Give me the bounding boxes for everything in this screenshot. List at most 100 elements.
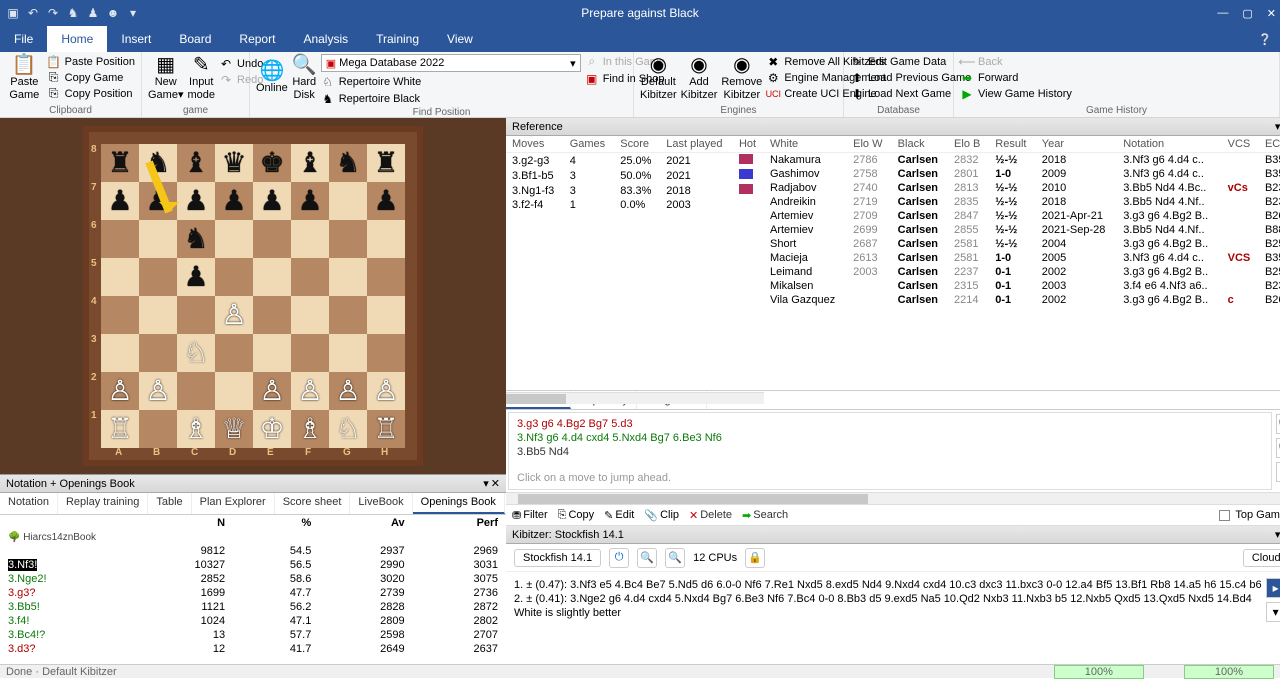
paste-game-button[interactable]: 📋Paste Game bbox=[6, 54, 43, 102]
square-g4[interactable] bbox=[329, 296, 367, 334]
top-games-checkbox[interactable]: Top Games bbox=[1219, 509, 1280, 521]
square-h4[interactable] bbox=[367, 296, 405, 334]
square-a2[interactable]: ♙ bbox=[101, 372, 139, 410]
copy-position-button[interactable]: ⎘Copy Position bbox=[47, 86, 135, 101]
menu-board[interactable]: Board bbox=[165, 26, 225, 52]
new-game-button[interactable]: ▦New Game▾ bbox=[148, 54, 184, 102]
close-button[interactable]: ✕ bbox=[1267, 7, 1276, 20]
board-pane[interactable]: ♜♞♝♛♚♝♞♜♟♟♟♟♟♟♟♞♟♙♘♙♙♙♙♙♙♖♗♕♔♗♘♖ 8765432… bbox=[0, 118, 506, 474]
menu-insert[interactable]: Insert bbox=[107, 26, 165, 52]
lock-icon[interactable]: 🔒 bbox=[745, 548, 765, 568]
pane-dropdown-icon[interactable]: ▾ bbox=[483, 477, 489, 490]
square-h7[interactable]: ♟ bbox=[367, 182, 405, 220]
square-d3[interactable] bbox=[215, 334, 253, 372]
zoom-in-icon[interactable]: 🔍 bbox=[637, 548, 657, 568]
knight-icon[interactable]: ♞ bbox=[66, 6, 80, 20]
square-c4[interactable] bbox=[177, 296, 215, 334]
clip-button[interactable]: 📎Clip bbox=[644, 509, 679, 522]
square-b6[interactable] bbox=[139, 220, 177, 258]
ref-game-row[interactable]: Andreikin2719Carlsen2835½-½20183.Bb5 Nd4… bbox=[764, 195, 1280, 209]
pane-dropdown-icon[interactable]: ▾ bbox=[1275, 120, 1280, 133]
pane-dropdown-icon[interactable]: ▾ bbox=[1275, 528, 1280, 541]
square-g1[interactable]: ♘ bbox=[329, 410, 367, 448]
menu-training[interactable]: Training bbox=[362, 26, 433, 52]
square-a8[interactable]: ♜ bbox=[101, 144, 139, 182]
menu-view[interactable]: View bbox=[433, 26, 487, 52]
variation-line[interactable]: 3.g3 g6 4.Bg2 Bg7 5.d3 bbox=[517, 417, 1263, 431]
head-icon[interactable]: ☻ bbox=[106, 6, 120, 20]
variation-line[interactable]: 3.Nf3 g6 4.d4 cxd4 5.Nxd4 Bg7 6.Be3 Nf6 bbox=[517, 431, 1263, 445]
back-button[interactable]: ⟵Back bbox=[960, 54, 1072, 69]
default-kibitzer-button[interactable]: ◉Default Kibitzer bbox=[640, 54, 677, 102]
menu-home[interactable]: Home bbox=[47, 26, 107, 52]
square-h1[interactable]: ♖ bbox=[367, 410, 405, 448]
square-b4[interactable] bbox=[139, 296, 177, 334]
square-h3[interactable] bbox=[367, 334, 405, 372]
square-d2[interactable] bbox=[215, 372, 253, 410]
zoom-in-icon[interactable]: 🔍 bbox=[1276, 414, 1280, 434]
square-c8[interactable]: ♝ bbox=[177, 144, 215, 182]
maximize-button[interactable]: ▢ bbox=[1242, 7, 1252, 20]
opening-row[interactable]: 981254.529372969 bbox=[0, 544, 506, 558]
square-f3[interactable] bbox=[291, 334, 329, 372]
edit-button[interactable]: ✎Edit bbox=[604, 509, 634, 522]
minimize-button[interactable]: — bbox=[1217, 7, 1228, 19]
square-a4[interactable] bbox=[101, 296, 139, 334]
redo-icon[interactable]: ↷ bbox=[46, 6, 60, 20]
square-d8[interactable]: ♛ bbox=[215, 144, 253, 182]
ref-game-row[interactable]: Artemiev2709Carlsen2847½-½2021-Apr-213.g… bbox=[764, 209, 1280, 223]
square-d6[interactable] bbox=[215, 220, 253, 258]
add-line-icon[interactable]: ▸ bbox=[1266, 578, 1280, 598]
square-c6[interactable]: ♞ bbox=[177, 220, 215, 258]
ref-game-row[interactable]: Leimand2003Carlsen22370-120023.g3 g6 4.B… bbox=[764, 265, 1280, 279]
copy-button[interactable]: ⎘Copy bbox=[558, 509, 595, 522]
square-e8[interactable]: ♚ bbox=[253, 144, 291, 182]
ref-game-row[interactable]: Short2687Carlsen2581½-½20043.g3 g6 4.Bg2… bbox=[764, 237, 1280, 251]
collapse-icon[interactable]: ▾ bbox=[1266, 602, 1280, 622]
square-e7[interactable]: ♟ bbox=[253, 182, 291, 220]
opening-row[interactable]: 3.Bc4!?1357.725982707 bbox=[0, 628, 506, 642]
ref-move-row[interactable]: 3.Bf1-b5350.0%2021 bbox=[506, 168, 764, 183]
online-button[interactable]: 🌐Online bbox=[256, 54, 288, 102]
variation-list[interactable]: 3.g3 g6 4.Bg2 Bg7 5.d33.Nf3 g6 4.d4 cxd4… bbox=[508, 412, 1272, 490]
menu-analysis[interactable]: Analysis bbox=[289, 26, 362, 52]
copy-game-button[interactable]: ⎘Copy Game bbox=[47, 70, 135, 85]
square-b8[interactable]: ♞ bbox=[139, 144, 177, 182]
square-f8[interactable]: ♝ bbox=[291, 144, 329, 182]
opening-row[interactable]: 3.Bb5!112156.228282872 bbox=[0, 600, 506, 614]
cloud-button[interactable]: Cloud bbox=[1243, 549, 1280, 567]
square-c5[interactable]: ♟ bbox=[177, 258, 215, 296]
square-a6[interactable] bbox=[101, 220, 139, 258]
square-f1[interactable]: ♗ bbox=[291, 410, 329, 448]
ref-game-row[interactable]: Artemiev2699Carlsen2855½-½2021-Sep-283.B… bbox=[764, 223, 1280, 237]
ref-game-row[interactable]: Macieja2613Carlsen25811-020053.Nf3 g6 4.… bbox=[764, 251, 1280, 265]
ref-game-row[interactable]: Vila GazquezCarlsen22140-120023.g3 g6 4.… bbox=[764, 293, 1280, 307]
square-e4[interactable] bbox=[253, 296, 291, 334]
zoom-out-icon[interactable]: 🔍 bbox=[665, 548, 685, 568]
square-g8[interactable]: ♞ bbox=[329, 144, 367, 182]
tab-notation[interactable]: Notation bbox=[0, 493, 58, 514]
more-icon[interactable]: ⋯ bbox=[1276, 462, 1280, 482]
undo-icon[interactable]: ↶ bbox=[26, 6, 40, 20]
square-b7[interactable]: ♟ bbox=[139, 182, 177, 220]
square-e6[interactable] bbox=[253, 220, 291, 258]
tab-replay-training[interactable]: Replay training bbox=[58, 493, 148, 514]
variation-line[interactable]: 3.Bb5 Nd4 bbox=[517, 445, 1263, 459]
rep-white-button[interactable]: ♘Repertoire White bbox=[321, 74, 581, 89]
square-h8[interactable]: ♜ bbox=[367, 144, 405, 182]
tab-plan-explorer[interactable]: Plan Explorer bbox=[192, 493, 275, 514]
tab-score-sheet[interactable]: Score sheet bbox=[275, 493, 351, 514]
ref-game-row[interactable]: Radjabov2740Carlsen2813½-½20103.Bb5 Nd4 … bbox=[764, 181, 1280, 195]
rep-black-button[interactable]: ♞Repertoire Black bbox=[321, 91, 581, 106]
opening-row[interactable]: 3.f4!102447.128092802 bbox=[0, 614, 506, 628]
square-e3[interactable] bbox=[253, 334, 291, 372]
ref-move-row[interactable]: 3.Ng1-f3383.3%2018 bbox=[506, 183, 764, 198]
square-f7[interactable]: ♟ bbox=[291, 182, 329, 220]
opening-row[interactable]: 3.d3?1241.726492637 bbox=[0, 642, 506, 656]
square-f6[interactable] bbox=[291, 220, 329, 258]
square-d5[interactable] bbox=[215, 258, 253, 296]
ref-move-row[interactable]: 3.g2-g3425.0%2021 bbox=[506, 153, 764, 169]
menu-report[interactable]: Report bbox=[225, 26, 289, 52]
database-select[interactable]: ▣ Mega Database 2022 bbox=[321, 54, 581, 72]
engine-select[interactable]: Stockfish 14.1 bbox=[514, 549, 601, 567]
